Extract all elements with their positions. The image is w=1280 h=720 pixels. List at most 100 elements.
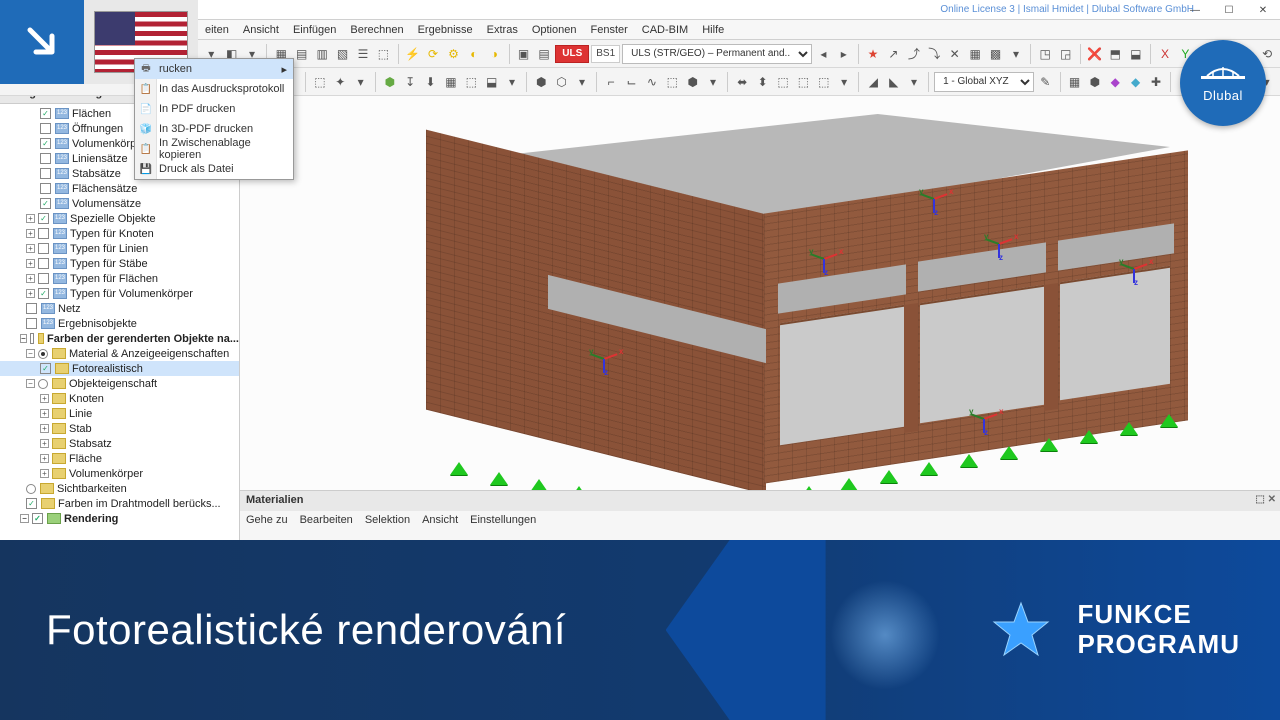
expand-icon[interactable]: +: [40, 469, 49, 478]
tree-row[interactable]: +123Typen für Linien: [0, 241, 239, 256]
expand-icon[interactable]: +: [26, 274, 35, 283]
tree-row[interactable]: +123Typen für Volumenkörper: [0, 286, 239, 301]
toolbar-btn[interactable]: ◆: [1126, 71, 1144, 93]
tree-row[interactable]: +123Typen für Flächen: [0, 271, 239, 286]
checkbox[interactable]: [40, 183, 51, 194]
menu-eiten[interactable]: eiten: [198, 22, 236, 38]
toolbar-btn[interactable]: ⬇: [421, 71, 439, 93]
menu-fenster[interactable]: Fenster: [583, 22, 634, 38]
checkbox[interactable]: [40, 198, 51, 209]
toolbar-btn[interactable]: ▾: [573, 71, 591, 93]
expand-icon[interactable]: +: [40, 394, 49, 403]
toolbar-btn[interactable]: ⬢: [532, 71, 550, 93]
expand-icon[interactable]: +: [26, 289, 35, 298]
expand-icon[interactable]: −: [20, 514, 29, 523]
toolbar-btn[interactable]: ⬓: [1127, 43, 1145, 65]
menu-optionen[interactable]: Optionen: [525, 22, 584, 38]
print-menu-item[interactable]: 🧊In 3D-PDF drucken: [135, 119, 293, 139]
tree-row[interactable]: +Linie: [0, 406, 239, 421]
toolbar-btn[interactable]: ⟲: [1258, 43, 1276, 65]
toolbar-btn[interactable]: ⬚: [462, 71, 480, 93]
checkbox[interactable]: [40, 168, 51, 179]
toolbar-btn[interactable]: ▦: [966, 43, 984, 65]
toolbar-btn[interactable]: ▦: [1065, 71, 1083, 93]
toolbar-btn[interactable]: ↧: [401, 71, 419, 93]
toolbar-btn[interactable]: ⬢: [684, 71, 702, 93]
expand-icon[interactable]: −: [26, 379, 35, 388]
toolbar-btn[interactable]: ✚: [1147, 71, 1165, 93]
menu-cad-bim[interactable]: CAD-BIM: [635, 22, 695, 38]
checkbox[interactable]: [40, 363, 51, 374]
toolbar-btn[interactable]: ▾: [351, 71, 369, 93]
chevron-down-icon[interactable]: ▾: [1007, 43, 1025, 65]
radio[interactable]: [38, 349, 48, 359]
checkbox[interactable]: [38, 273, 49, 284]
toolbar-btn[interactable]: ⬚: [794, 71, 812, 93]
menu-ansicht[interactable]: Ansicht: [236, 22, 286, 38]
expand-icon[interactable]: −: [20, 334, 27, 343]
toolbar-btn[interactable]: ◳: [1036, 43, 1054, 65]
toolbar-btn[interactable]: ▦: [442, 71, 460, 93]
expand-icon[interactable]: +: [26, 259, 35, 268]
toolbar-btn[interactable]: ⤵: [925, 43, 943, 65]
toolbar-btn[interactable]: ⬢: [1086, 71, 1104, 93]
toolbar-btn[interactable]: ✕: [946, 43, 964, 65]
toolbar-btn[interactable]: ⬚: [774, 71, 792, 93]
tree-row[interactable]: +Fläche: [0, 451, 239, 466]
dlubal-badge[interactable]: Dlubal: [1180, 40, 1266, 126]
checkbox[interactable]: [38, 228, 49, 239]
tree-row[interactable]: +123Typen für Knoten: [0, 226, 239, 241]
tree-row[interactable]: −Material & Anzeigeeigenschaften: [0, 346, 239, 361]
expand-icon[interactable]: +: [40, 424, 49, 433]
print-menu-item[interactable]: 💾Druck als Datei: [135, 159, 293, 179]
expand-icon[interactable]: +: [40, 409, 49, 418]
toolbar-btn[interactable]: ⬓: [483, 71, 501, 93]
toolbar-btn[interactable]: ◣: [885, 71, 903, 93]
tree-row[interactable]: 123Ergebnisobjekte: [0, 316, 239, 331]
menu-berechnen[interactable]: Berechnen: [343, 22, 410, 38]
expand-icon[interactable]: −: [26, 349, 35, 358]
checkbox[interactable]: [26, 498, 37, 509]
window-close-button[interactable]: ✕: [1246, 0, 1280, 20]
toolbar-btn[interactable]: ▾: [835, 71, 853, 93]
toolbar-btn[interactable]: ▧: [333, 43, 351, 65]
prev-icon[interactable]: ◂: [814, 43, 832, 65]
radio[interactable]: [26, 484, 36, 494]
materials-menu-item[interactable]: Bearbeiten: [300, 514, 353, 526]
toolbar-btn[interactable]: ⬚: [663, 71, 681, 93]
menu-einfügen[interactable]: Einfügen: [286, 22, 343, 38]
print-menu-item[interactable]: 📋In das Ausdrucksprotokoll: [135, 79, 293, 99]
toolbar-btn[interactable]: ⌐: [602, 71, 620, 93]
expand-icon[interactable]: +: [40, 454, 49, 463]
toolbar-btn[interactable]: ▾: [503, 71, 521, 93]
cube-icon[interactable]: ⬢: [381, 71, 399, 93]
print-menu-item[interactable]: 📋In Zwischenablage kopieren: [135, 139, 293, 159]
toolbar-btn[interactable]: ◢: [864, 71, 882, 93]
toolbar-btn[interactable]: ▤: [293, 43, 311, 65]
menu-hilfe[interactable]: Hilfe: [695, 22, 731, 38]
toolbar-btn[interactable]: ⬌: [733, 71, 751, 93]
tree-row[interactable]: +Knoten: [0, 391, 239, 406]
menu-extras[interactable]: Extras: [480, 22, 525, 38]
expand-icon[interactable]: +: [26, 229, 35, 238]
menu-ergebnisse[interactable]: Ergebnisse: [411, 22, 480, 38]
toolbar-btn[interactable]: ⬡: [552, 71, 570, 93]
checkbox[interactable]: [40, 108, 51, 119]
tree-row[interactable]: −Objekteigenschaft: [0, 376, 239, 391]
toolbar-btn[interactable]: ✦: [331, 71, 349, 93]
toolbar-btn[interactable]: ✎: [1036, 71, 1054, 93]
toolbar-btn[interactable]: ∿: [643, 71, 661, 93]
bolt-icon[interactable]: ⚡: [403, 43, 421, 65]
toolbar-btn[interactable]: ↗: [884, 43, 902, 65]
tree-row[interactable]: +123Typen für Stäbe: [0, 256, 239, 271]
checkbox[interactable]: [40, 123, 51, 134]
toolbar-btn[interactable]: ◆: [1106, 71, 1124, 93]
coord-system-select[interactable]: 1 - Global XYZ: [934, 72, 1034, 92]
toolbar-btn[interactable]: ⬚: [311, 71, 329, 93]
checkbox[interactable]: [38, 258, 49, 269]
window-minimize-button[interactable]: —: [1178, 0, 1212, 20]
tree-row[interactable]: −Rendering: [0, 511, 239, 526]
toolbar-btn[interactable]: ▾: [905, 71, 923, 93]
checkbox[interactable]: [38, 288, 49, 299]
gear-icon[interactable]: ⚙: [444, 43, 462, 65]
